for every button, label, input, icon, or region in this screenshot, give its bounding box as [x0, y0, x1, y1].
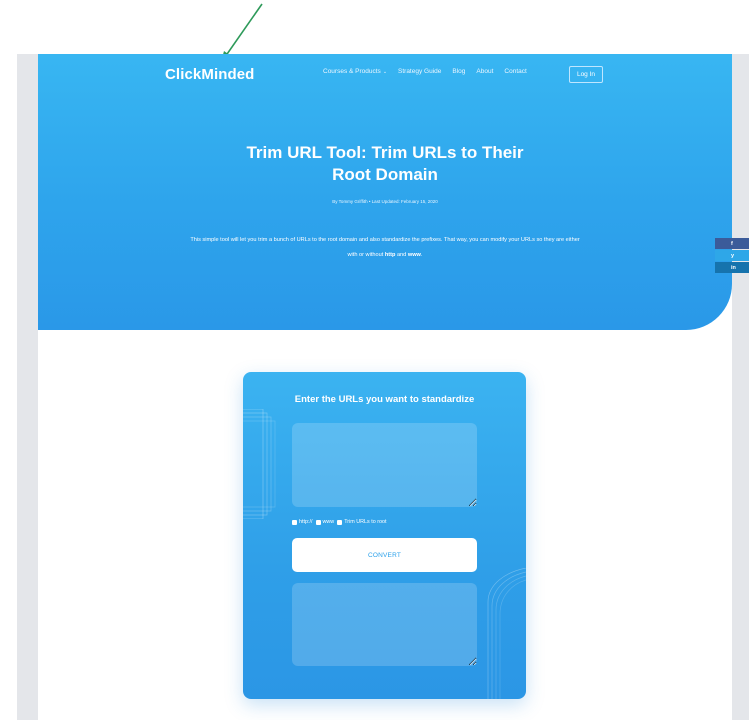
urls-output[interactable]: [292, 583, 477, 666]
urls-input[interactable]: [292, 423, 477, 507]
page-title-line-2: Root Domain: [332, 165, 438, 184]
linkedin-share-icon[interactable]: in: [715, 262, 749, 273]
byline: By Tommy Griffith • Last Updated: Februa…: [332, 199, 438, 204]
facebook-share-icon[interactable]: f: [715, 238, 749, 249]
www-checkbox[interactable]: [315, 519, 321, 525]
www-option-label: www: [322, 519, 335, 525]
main-nav: Courses & Products ⌄ Strategy Guide Blog …: [323, 68, 538, 75]
page-title: Trim URL Tool: Trim URLs to Their Root D…: [235, 142, 535, 186]
login-button[interactable]: Log In: [569, 66, 603, 83]
intro-http: http: [384, 252, 396, 258]
screenshot-stage: ClickMinded Courses & Products ⌄ Strategy…: [0, 0, 749, 720]
intro-text-part-3: .: [420, 252, 423, 258]
nav-blog[interactable]: Blog: [452, 68, 465, 75]
http-checkbox[interactable]: [292, 519, 297, 525]
intro-text: This simple tool will let you trim a bun…: [188, 233, 582, 263]
social-share-rail: f y in: [715, 238, 749, 274]
nav-strategy-guide[interactable]: Strategy Guide: [398, 68, 441, 75]
nav-courses-products[interactable]: Courses & Products ⌄: [323, 68, 387, 75]
nav-contact[interactable]: Contact: [504, 68, 526, 75]
hero-section: ClickMinded Courses & Products ⌄ Strategy…: [38, 54, 732, 330]
options-row: http:// www Trim URLs to root: [292, 519, 390, 525]
trim-url-tool-card: Enter the URLs you want to standardize h…: [243, 372, 526, 699]
page-title-line-1: Trim URL Tool: Trim URLs to Their: [246, 143, 524, 162]
twitter-share-icon[interactable]: y: [715, 250, 749, 261]
tool-title: Enter the URLs you want to standardize: [294, 394, 475, 405]
decorative-lines-left: [243, 409, 276, 519]
intro-text-part-2: and: [395, 252, 408, 258]
chevron-down-icon: ⌄: [382, 69, 388, 75]
trim-root-checkbox[interactable]: [337, 519, 343, 525]
page: ClickMinded Courses & Products ⌄ Strategy…: [38, 54, 732, 720]
convert-button[interactable]: CONVERT: [292, 538, 477, 572]
intro-www: www: [407, 252, 421, 258]
trim-root-option-label: Trim URLs to root: [344, 519, 387, 525]
decorative-lines-right: [487, 568, 526, 699]
http-option-label: http://: [299, 519, 313, 525]
site-logo[interactable]: ClickMinded: [165, 66, 254, 83]
nav-about[interactable]: About: [476, 68, 493, 75]
nav-courses-label: Courses & Products: [323, 68, 381, 75]
